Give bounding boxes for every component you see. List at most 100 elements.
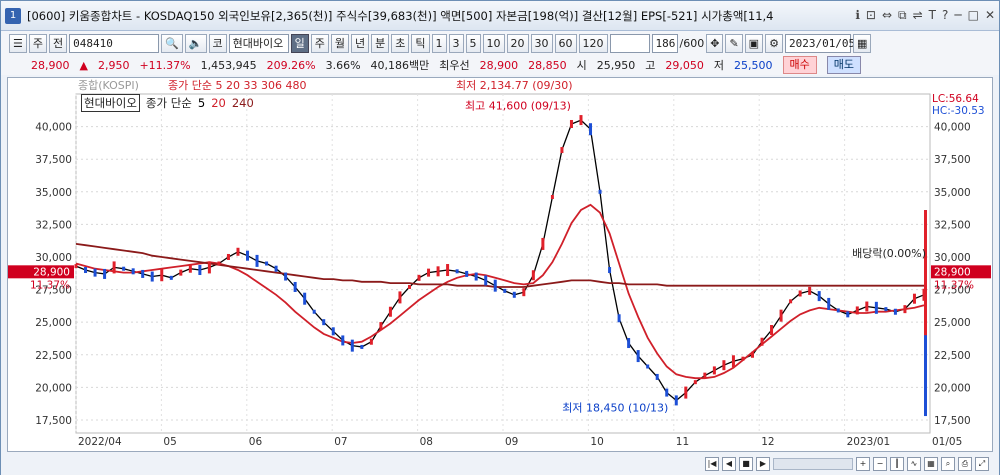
minute-5[interactable]: 5 [465,33,481,53]
link-icon[interactable]: ⇔ [882,8,892,23]
interval-custom-field[interactable] [609,33,650,53]
first-icon[interactable]: |◀ [705,457,719,471]
minute-120[interactable]: 120 [578,33,608,53]
market-prefix[interactable]: 코 [208,33,227,53]
candle-bar [150,271,154,282]
candle-bar [560,147,564,154]
line-icon[interactable]: ∿ [907,457,921,471]
y-tick-label-left: 25,000 [35,317,72,329]
sell-button[interactable]: 매도 [826,56,862,74]
count-total: /600 [679,36,705,50]
help-icon[interactable]: ? [942,8,948,23]
maximize-icon[interactable]: □ [968,8,979,23]
candle-bar [312,309,316,314]
candle-bar [160,269,164,282]
candle-bar [436,266,440,277]
x-tick-label: 05 [163,436,176,448]
menu-icon[interactable]: ☰ [9,33,27,53]
candle-bar [550,195,554,200]
legend-stock-name[interactable]: 현대바이오 [81,94,140,112]
candle-bar [179,269,183,276]
copy-icon[interactable]: ⧉ [898,8,907,23]
x-tick-label: 2023/01 [847,436,891,448]
minute-10[interactable]: 10 [482,33,505,53]
chart-type-select[interactable]: 주 [28,33,47,53]
minute-3[interactable]: 3 [448,33,464,53]
candle-bar [722,360,726,371]
high-price: 29,050 [665,58,704,72]
settings-icon[interactable]: ⚙ [765,33,783,53]
candle-bar [465,270,469,277]
zoom-in-icon[interactable]: + [856,457,870,471]
candle-bar [360,344,364,349]
minute-30[interactable]: 30 [530,33,553,53]
candle-bar [598,189,602,194]
candle-bar [293,281,297,292]
legend-label: 종가 단순 [145,96,192,110]
code-input[interactable]: 048410 [69,33,160,53]
period-toggle[interactable]: 전 [49,33,68,53]
prev-icon[interactable]: ◀ [722,457,736,471]
interval-day[interactable]: 일 [290,33,309,53]
buy-button[interactable]: 매수 [782,56,817,74]
y-tick-label-right: 20,000 [934,382,971,394]
best-label: 최우선 [439,59,470,72]
info-icon[interactable]: ℹ [855,8,860,23]
grid-icon[interactable]: ▦ [924,457,938,471]
candle-bar [493,279,497,292]
search-chart-icon[interactable]: ⌕ [941,457,955,471]
legend-ma20: 20 [211,96,226,110]
price-chart[interactable]: 종합(KOSPI) 종가 단순 5 20 33 306 480 최저 2,134.7… [7,77,993,452]
calendar-icon[interactable]: ▦ [852,33,872,53]
interval-month[interactable]: 월 [330,33,350,53]
interval-year[interactable]: 년 [351,33,370,53]
candle-bar [131,268,135,275]
save-icon[interactable]: ▣ [744,33,764,53]
title-controls: ℹ ⊡ ⇔ ⧉ ⇌ T ? ─ □ ✕ [855,8,995,23]
candle-icon[interactable]: ┃ [890,457,904,471]
candle-bar [646,364,650,369]
chart-legend: 현대바이오 종가 단순 5 20 240 [81,94,254,112]
candle-bar [684,386,688,399]
minute-60[interactable]: 60 [554,33,577,53]
minimize-icon[interactable]: ─ [954,8,961,23]
last-price-label-right: 28,900 [934,266,971,278]
candle-bar [846,311,850,318]
zoom-out-icon[interactable]: − [873,457,887,471]
y-tick-label-left: 20,000 [35,382,72,394]
candle-bar [703,372,707,379]
minute-20[interactable]: 20 [506,33,529,53]
candle-bar [84,267,88,274]
interval-tick[interactable]: 틱 [411,33,430,53]
date-input[interactable]: 2023/01/05 [784,33,855,53]
count-input[interactable]: 186 [651,33,678,53]
candle-bar [760,337,764,346]
interval-second[interactable]: 초 [391,33,410,53]
text-icon[interactable]: T [929,8,936,23]
next-icon[interactable]: ▶ [756,457,770,471]
swap-icon[interactable]: ⇌ [913,8,923,23]
search-icon[interactable]: 🔍 [161,33,183,53]
candle-bar [636,350,640,363]
expand-icon[interactable]: ⤢ [975,457,989,471]
best-bid: 28,850 [528,58,567,72]
candle-bar [407,284,411,289]
print-icon[interactable]: ⎙ [958,457,972,471]
interval-minute[interactable]: 분 [371,33,390,53]
x-tick-label: 01/05 [932,436,962,448]
interval-week[interactable]: 주 [310,33,329,53]
minute-1[interactable]: 1 [431,33,447,53]
candle-bar [627,338,631,349]
draw-icon[interactable]: ✎ [725,33,743,53]
restore-icon[interactable]: ⊡ [866,8,876,23]
change-pct: +11.37% [139,58,191,72]
chart-scrollbar[interactable] [773,458,853,470]
candle-bar [817,291,821,302]
close-icon[interactable]: ✕ [985,8,995,23]
speaker-icon[interactable]: 🔈 [184,33,207,53]
candle-bar [388,306,392,317]
candle-bar [569,119,573,128]
crosshair-icon[interactable]: ✥ [706,33,724,53]
stop-icon[interactable]: ■ [739,457,753,471]
candle-bar [198,265,202,276]
